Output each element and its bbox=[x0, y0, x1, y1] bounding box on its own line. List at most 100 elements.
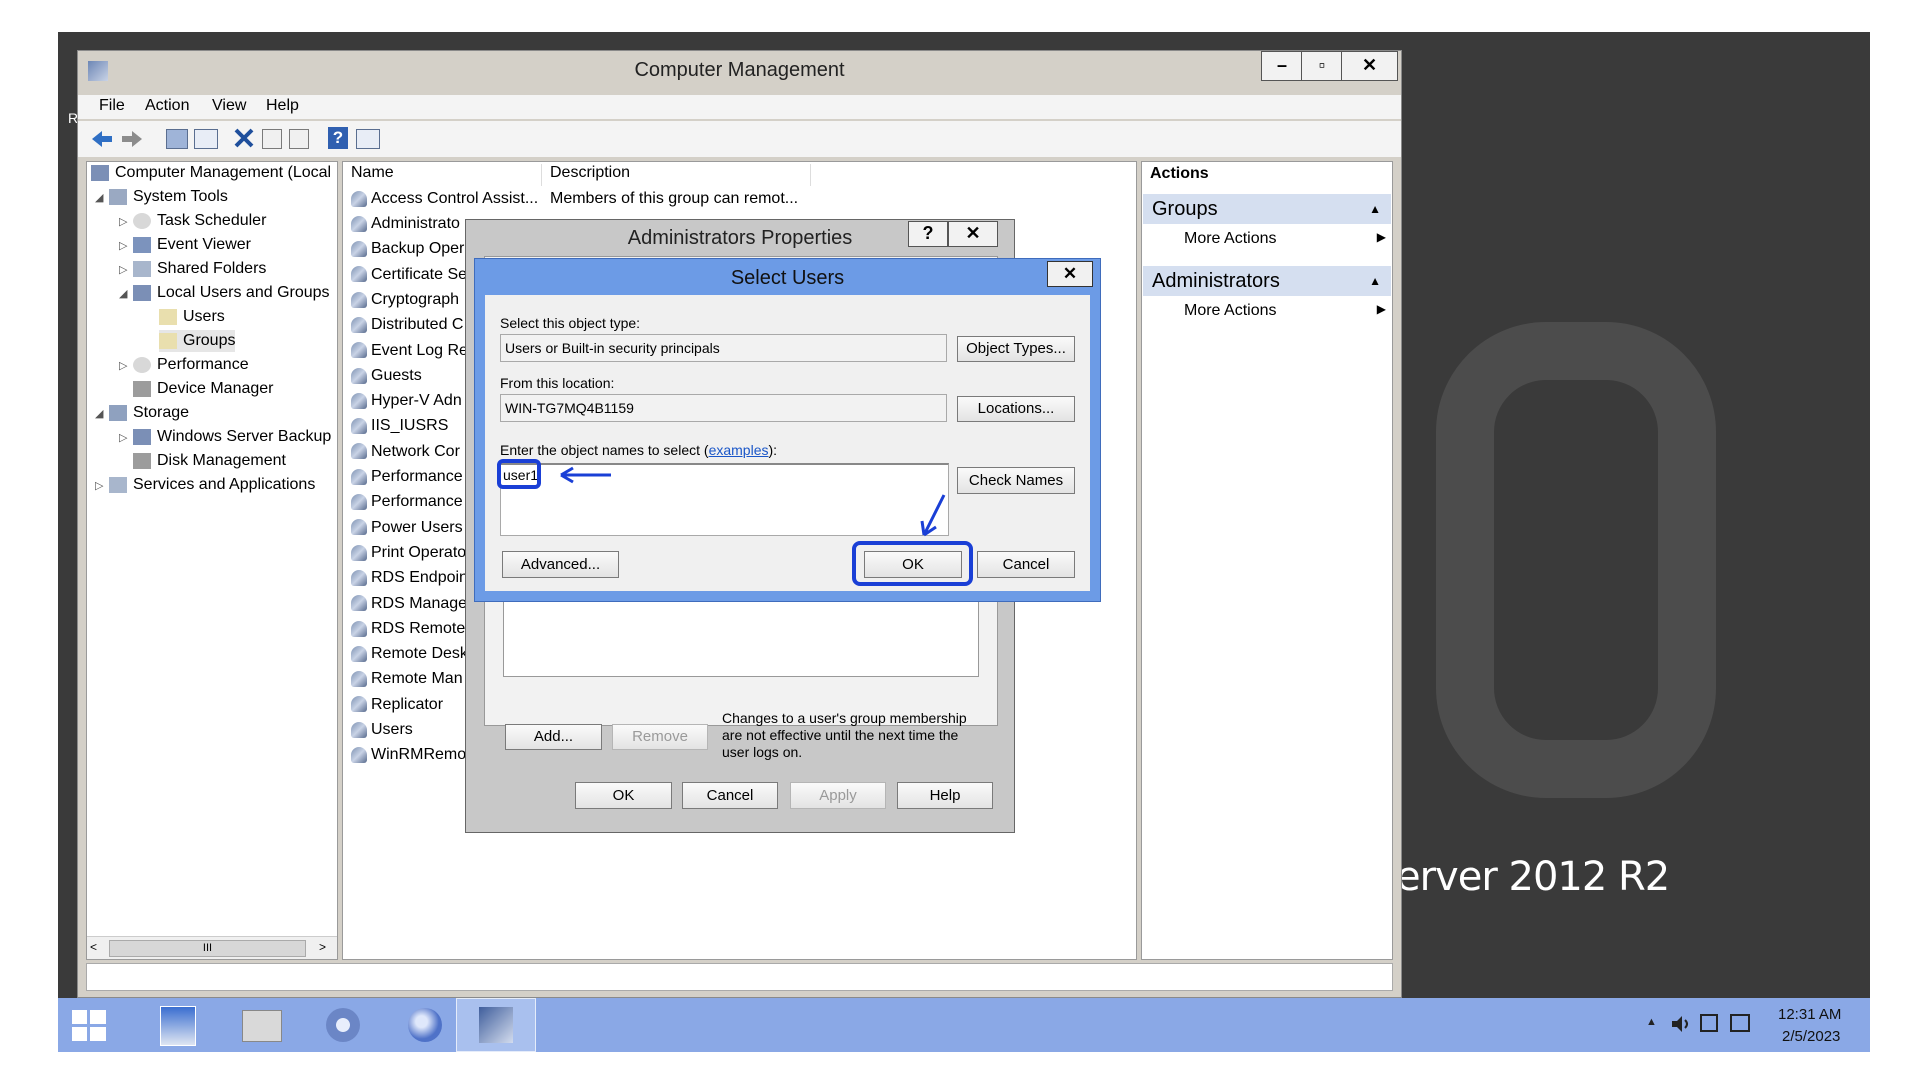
admin-props-help-bottom-button[interactable]: Help bbox=[897, 782, 993, 809]
expanded-arrow-icon[interactable]: ◢ bbox=[119, 283, 133, 305]
collapsed-arrow-icon[interactable]: ▷ bbox=[119, 259, 133, 281]
help-icon[interactable]: ? bbox=[328, 127, 348, 149]
examples-link[interactable]: examples bbox=[709, 442, 769, 458]
column-header-name[interactable]: Name bbox=[351, 164, 542, 186]
tree-item-disk-management[interactable]: Disk Management bbox=[133, 450, 286, 472]
column-header-description[interactable]: Description bbox=[550, 164, 811, 186]
select-users-ok-button[interactable]: OK bbox=[864, 551, 962, 578]
title-bar[interactable]: Computer Management – ▫ ✕ bbox=[78, 51, 1401, 91]
collapsed-arrow-icon[interactable]: ▷ bbox=[119, 211, 133, 233]
scroll-left-icon[interactable]: < bbox=[90, 940, 97, 954]
volume-icon[interactable] bbox=[1670, 1014, 1692, 1034]
minimize-button[interactable]: – bbox=[1261, 51, 1303, 81]
tree-root[interactable]: Computer Management (Local bbox=[91, 162, 331, 184]
menu-action[interactable]: Action bbox=[145, 97, 189, 115]
admin-props-close-button[interactable]: ✕ bbox=[948, 221, 998, 247]
list-row[interactable]: WinRMRemo bbox=[351, 742, 466, 767]
admin-props-cancel-button[interactable]: Cancel bbox=[682, 782, 778, 809]
actions-section-groups[interactable]: Groups ▲ bbox=[1143, 194, 1391, 224]
list-row[interactable]: Backup Oper bbox=[351, 236, 464, 261]
tree-item-windows-server-backup[interactable]: ▷ Windows Server Backup bbox=[119, 426, 331, 448]
taskbar-file-explorer[interactable] bbox=[222, 998, 298, 1052]
list-row[interactable]: Remote Man bbox=[351, 666, 463, 691]
taskbar-computer-management[interactable] bbox=[456, 998, 536, 1052]
menu-view[interactable]: View bbox=[212, 97, 246, 115]
expanded-arrow-icon[interactable]: ◢ bbox=[95, 187, 109, 209]
tree-item-device-manager[interactable]: Device Manager bbox=[133, 378, 274, 400]
list-row[interactable]: Power Users bbox=[351, 515, 463, 540]
list-row[interactable]: Cryptograph bbox=[351, 287, 459, 312]
menu-file[interactable]: File bbox=[99, 97, 125, 115]
actions-more-actions-groups[interactable]: More Actions ▶ bbox=[1184, 230, 1386, 248]
list-row[interactable]: Remote Desk bbox=[351, 641, 468, 666]
collapsed-arrow-icon[interactable]: ▷ bbox=[119, 235, 133, 257]
list-row[interactable]: Performance bbox=[351, 464, 463, 489]
tree-item-local-users-groups[interactable]: ◢ Local Users and Groups bbox=[119, 282, 330, 304]
export-list-icon[interactable] bbox=[289, 129, 309, 149]
clock-date[interactable]: 2/5/2023 bbox=[1782, 1028, 1840, 1045]
taskbar-server-manager[interactable] bbox=[140, 998, 216, 1052]
tree-item-shared-folders[interactable]: ▷ Shared Folders bbox=[119, 258, 266, 280]
tray-expand-icon[interactable]: ▲ bbox=[1646, 1016, 1657, 1028]
taskbar-chrome[interactable] bbox=[304, 998, 380, 1052]
close-button[interactable]: ✕ bbox=[1341, 51, 1398, 81]
forward-arrow-icon[interactable] bbox=[120, 129, 144, 149]
object-types-button[interactable]: Object Types... bbox=[957, 336, 1075, 362]
list-row[interactable]: Certificate Se bbox=[351, 262, 467, 287]
check-names-button[interactable]: Check Names bbox=[957, 467, 1075, 494]
tree-item-services-applications[interactable]: ▷ Services and Applications bbox=[95, 474, 315, 496]
tree-item-users[interactable]: Users bbox=[159, 306, 225, 328]
list-row[interactable]: Guests bbox=[351, 363, 422, 388]
list-row[interactable]: Network Cor bbox=[351, 439, 460, 464]
admin-props-apply-button[interactable]: Apply bbox=[790, 782, 886, 809]
up-folder-icon[interactable] bbox=[166, 129, 188, 149]
locations-button[interactable]: Locations... bbox=[957, 396, 1075, 422]
list-row[interactable]: Administrato bbox=[351, 211, 460, 236]
list-row[interactable]: Replicator bbox=[351, 692, 443, 717]
delete-icon[interactable] bbox=[233, 127, 255, 149]
clock-time[interactable]: 12:31 AM bbox=[1778, 1006, 1841, 1023]
list-row[interactable]: RDS Manage bbox=[351, 591, 467, 616]
admin-props-help-button[interactable]: ? bbox=[908, 221, 948, 247]
show-action-pane-icon[interactable] bbox=[356, 129, 380, 149]
collapse-up-icon[interactable]: ▲ bbox=[1369, 194, 1381, 224]
members-list[interactable] bbox=[503, 595, 979, 677]
collapse-up-icon[interactable]: ▲ bbox=[1369, 266, 1381, 296]
tree-item-task-scheduler[interactable]: ▷ Task Scheduler bbox=[119, 210, 266, 232]
tree-item-groups[interactable]: Groups bbox=[159, 330, 236, 352]
list-row[interactable]: Distributed C bbox=[351, 312, 463, 337]
select-users-close-button[interactable]: ✕ bbox=[1047, 261, 1093, 287]
collapsed-arrow-icon[interactable]: ▷ bbox=[95, 475, 109, 497]
list-row[interactable]: Users bbox=[351, 717, 413, 742]
admin-props-ok-button[interactable]: OK bbox=[575, 782, 672, 809]
network-icon[interactable] bbox=[1730, 1014, 1750, 1032]
properties-icon[interactable] bbox=[262, 129, 282, 149]
list-row[interactable]: Event Log Re bbox=[351, 338, 468, 363]
collapsed-arrow-icon[interactable]: ▷ bbox=[119, 427, 133, 449]
action-center-icon[interactable] bbox=[1700, 1014, 1718, 1032]
scroll-right-icon[interactable]: > bbox=[319, 940, 326, 954]
taskbar-firefox[interactable] bbox=[386, 998, 462, 1052]
collapsed-arrow-icon[interactable]: ▷ bbox=[119, 355, 133, 377]
menu-help[interactable]: Help bbox=[266, 97, 299, 115]
start-button[interactable] bbox=[58, 998, 134, 1052]
tree-item-storage[interactable]: ◢ Storage bbox=[95, 402, 189, 424]
list-row[interactable]: Performance bbox=[351, 489, 463, 514]
select-users-cancel-button[interactable]: Cancel bbox=[977, 551, 1075, 578]
advanced-button[interactable]: Advanced... bbox=[502, 551, 619, 578]
tree-item-system-tools[interactable]: ◢ System Tools bbox=[95, 186, 228, 208]
list-row[interactable]: RDS Endpoin bbox=[351, 565, 468, 590]
tree-horizontal-scrollbar[interactable]: < III > bbox=[87, 936, 337, 959]
add-member-button[interactable]: Add... bbox=[505, 724, 602, 750]
list-row[interactable]: RDS Remote bbox=[351, 616, 465, 641]
list-row[interactable]: Access Control Assist... bbox=[351, 186, 538, 211]
actions-more-actions-administrators[interactable]: More Actions ▶ bbox=[1184, 302, 1386, 320]
show-hide-tree-icon[interactable] bbox=[194, 129, 218, 149]
scroll-thumb[interactable]: III bbox=[109, 940, 306, 957]
tree-item-event-viewer[interactable]: ▷ Event Viewer bbox=[119, 234, 251, 256]
expanded-arrow-icon[interactable]: ◢ bbox=[95, 403, 109, 425]
back-arrow-icon[interactable] bbox=[90, 129, 114, 149]
list-row[interactable]: Hyper-V Adn bbox=[351, 388, 462, 413]
list-row[interactable]: Print Operato bbox=[351, 540, 466, 565]
tree-item-performance[interactable]: ▷ Performance bbox=[119, 354, 249, 376]
